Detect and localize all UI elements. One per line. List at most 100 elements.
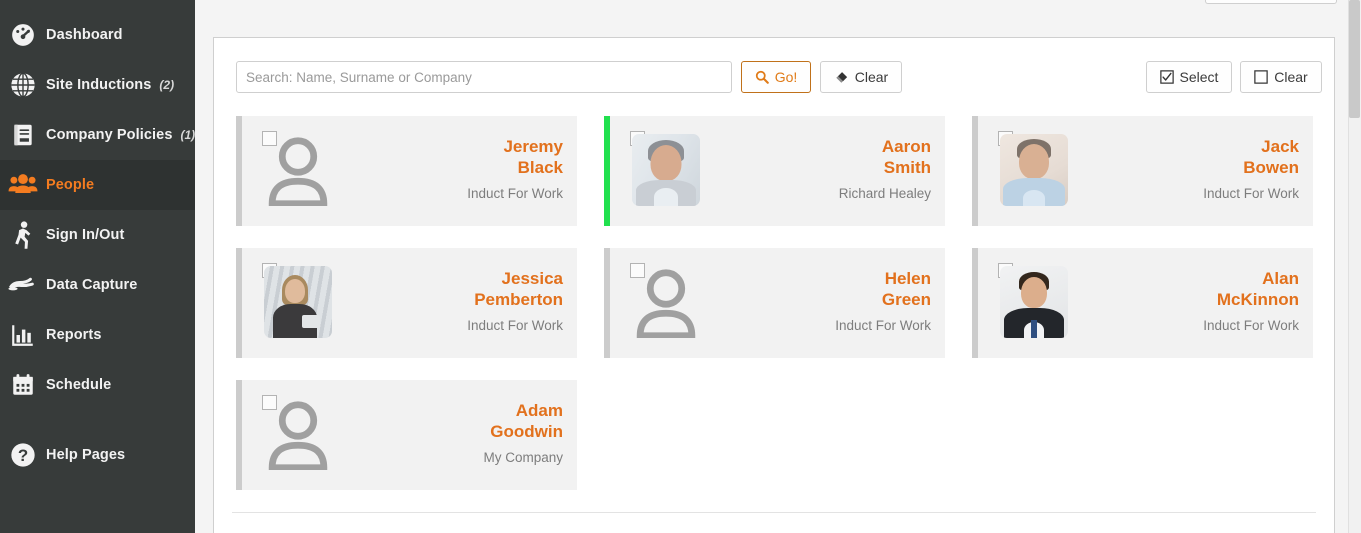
sidebar-item-people[interactable]: People	[0, 160, 195, 210]
person-first-name: Helen	[884, 269, 931, 288]
people-grid: Jeremy Black Induct For Work Aaron Smith…	[236, 116, 1322, 512]
person-info: Helen Green Induct For Work	[835, 268, 931, 333]
avatar-placeholder-icon	[268, 401, 328, 470]
offscreen-control-stub[interactable]	[1205, 0, 1337, 4]
person-subtitle: My Company	[483, 450, 563, 465]
sidebar-item-data-capture[interactable]: Data Capture	[0, 260, 195, 310]
person-card[interactable]: Alan McKinnon Induct For Work	[972, 248, 1313, 358]
sidebar-item-label: Dashboard	[46, 27, 123, 43]
person-name: Adam Goodwin	[483, 400, 563, 442]
person-subtitle: Induct For Work	[467, 186, 563, 201]
person-info: Jack Bowen Induct For Work	[1203, 136, 1299, 201]
clear-selection-button[interactable]: Clear	[1240, 61, 1322, 93]
eraser-icon	[834, 70, 849, 85]
sidebar-item-dashboard[interactable]: Dashboard	[0, 10, 195, 60]
people-row: Adam Goodwin My Company	[236, 380, 1322, 512]
sidebar-item-help-pages[interactable]: ? Help Pages	[0, 430, 195, 480]
app-root: Dashboard Site Inductions (2) Company Po…	[0, 0, 1361, 533]
sidebar-item-schedule[interactable]: Schedule	[0, 360, 195, 410]
person-last-name: Goodwin	[490, 422, 563, 441]
person-card-body: Aaron Smith Richard Healey	[610, 116, 945, 226]
person-info: Jeremy Black Induct For Work	[467, 136, 563, 201]
person-name: Aaron Smith	[839, 136, 931, 178]
sidebar-item-label: Reports	[46, 327, 102, 343]
person-first-name: Jessica	[501, 269, 563, 288]
sidebar-item-reports[interactable]: Reports	[0, 310, 195, 360]
person-last-name: McKinnon	[1216, 290, 1299, 309]
avatar	[262, 398, 334, 470]
panel-divider	[232, 512, 1316, 513]
avatar	[262, 134, 334, 206]
page-scrollbar-thumb[interactable]	[1349, 0, 1360, 118]
bar-chart-icon	[6, 318, 40, 352]
select-all-label: Select	[1179, 69, 1219, 85]
page-scrollbar[interactable]	[1348, 0, 1361, 533]
avatar-placeholder-icon	[636, 269, 696, 338]
people-toolbar: Go! Clear	[214, 38, 1334, 116]
avatar	[630, 134, 702, 206]
person-first-name: Adam	[515, 401, 563, 420]
person-first-name: Jack	[1261, 137, 1299, 156]
globe-icon	[6, 68, 40, 102]
sidebar-item-label: Schedule	[46, 377, 112, 393]
person-card-body: Jack Bowen Induct For Work	[978, 116, 1313, 226]
avatar	[998, 134, 1070, 206]
search-input[interactable]	[236, 61, 732, 93]
select-all-button[interactable]: Select	[1146, 61, 1232, 93]
checkbox-checked-icon	[1159, 70, 1174, 84]
clear-search-button[interactable]: Clear	[820, 61, 902, 93]
search-icon	[755, 70, 769, 84]
sidebar-item-sign-in-out[interactable]: Sign In/Out	[0, 210, 195, 260]
person-card[interactable]: Aaron Smith Richard Healey	[604, 116, 945, 226]
person-first-name: Aaron	[881, 137, 931, 156]
person-name: Alan McKinnon	[1203, 268, 1299, 310]
person-subtitle: Induct For Work	[467, 318, 563, 333]
sidebar-item-label: Help Pages	[46, 447, 126, 463]
question-circle-icon: ?	[6, 438, 40, 472]
sidebar-item-label: Site Inductions	[46, 77, 152, 93]
person-card[interactable]: Helen Green Induct For Work	[604, 248, 945, 358]
person-info: Alan McKinnon Induct For Work	[1203, 268, 1299, 333]
sidebar-item-company-policies[interactable]: Company Policies (1)	[0, 110, 195, 160]
calendar-icon	[6, 368, 40, 402]
checkbox-empty-icon	[1254, 70, 1269, 84]
person-card-body: Alan McKinnon Induct For Work	[978, 248, 1313, 358]
sidebar-item-label: Company Policies	[46, 127, 173, 143]
person-subtitle: Induct For Work	[1203, 186, 1299, 201]
search-go-label: Go!	[774, 69, 798, 85]
people-panel: Go! Clear	[213, 37, 1335, 533]
person-info: Adam Goodwin My Company	[483, 400, 563, 465]
avatar	[998, 266, 1070, 338]
search-go-button[interactable]: Go!	[741, 61, 811, 93]
person-card[interactable]: Adam Goodwin My Company	[236, 380, 577, 490]
sidebar-item-count: (2)	[159, 78, 175, 92]
avatar-placeholder-icon	[268, 137, 328, 206]
person-card[interactable]: Jeremy Black Induct For Work	[236, 116, 577, 226]
avatar	[630, 266, 702, 338]
hand-icon	[6, 268, 40, 302]
person-card[interactable]: Jack Bowen Induct For Work	[972, 116, 1313, 226]
person-name: Jessica Pemberton	[467, 268, 563, 310]
person-info: Aaron Smith Richard Healey	[839, 136, 931, 201]
person-name: Jack Bowen	[1203, 136, 1299, 178]
person-last-name: Pemberton	[474, 290, 563, 309]
people-row: Jessica Pemberton Induct For Work Helen …	[236, 248, 1322, 380]
sidebar-item-site-inductions[interactable]: Site Inductions (2)	[0, 60, 195, 110]
sidebar-item-count: (1)	[180, 128, 196, 142]
person-subtitle: Richard Healey	[838, 186, 931, 201]
person-last-name: Black	[517, 158, 563, 177]
person-card[interactable]: Jessica Pemberton Induct For Work	[236, 248, 577, 358]
person-name: Helen Green	[835, 268, 931, 310]
person-last-name: Bowen	[1243, 158, 1299, 177]
person-info: Jessica Pemberton Induct For Work	[467, 268, 563, 333]
sidebar: Dashboard Site Inductions (2) Company Po…	[0, 0, 195, 533]
sidebar-item-label: People	[46, 177, 95, 193]
person-first-name: Alan	[1262, 269, 1299, 288]
avatar-photo	[1000, 134, 1068, 206]
avatar-photo	[1000, 266, 1068, 338]
avatar	[262, 266, 334, 338]
avatar-photo	[264, 266, 332, 338]
person-card-body: Adam Goodwin My Company	[242, 380, 577, 490]
person-card-body: Jeremy Black Induct For Work	[242, 116, 577, 226]
sidebar-item-label: Sign In/Out	[46, 227, 125, 243]
